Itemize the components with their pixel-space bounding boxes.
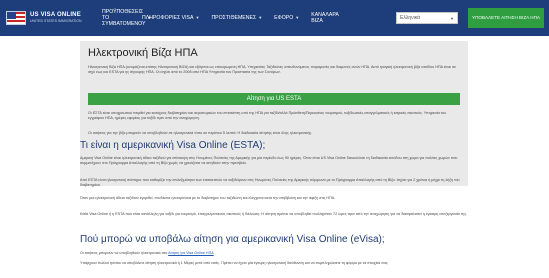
nav-item-visa-info[interactable]: ΠΛΗΡΟΦΟΡΙΕΣ VISA ▼ [136, 15, 205, 21]
nav-item-visa[interactable]: ΚΑΝΑΛΑΡΑ ΒΙΖΑ [305, 12, 339, 24]
chevron-down-icon: ▼ [295, 15, 300, 20]
language-select[interactable]: Ελληνικά ▼ [396, 12, 458, 24]
nav-label: ΕΦΟΡΟ [274, 15, 294, 21]
hero-intro-text: Ηλεκτρονική Βίζα ΗΠΑ (ονομάζεται επίσης … [88, 65, 457, 74]
chevron-down-icon: ▼ [258, 15, 263, 20]
apply-esta-button[interactable]: Αίτηση για US ESTA [88, 93, 460, 105]
main-nav: ΠΡΟΫΠΟΘΕΣΕΙΣ ΤΟ ΣΥΜΒΑΤΟΜΕΝΟΥ ▼ ΠΛΗΡΟΦΟΡΙΕ… [96, 0, 339, 36]
section1-paragraph: Όταν μια ηλεκτρονική άδεια ταξιδιού εγκρ… [80, 196, 336, 200]
nav-item-requirements[interactable]: ΠΡΟΫΠΟΘΕΣΕΙΣ ΤΟ ΣΥΜΒΑΤΟΜΕΝΟΥ ▼ [96, 9, 151, 27]
nav-item-tax[interactable]: ΕΦΟΡΟ ▼ [268, 15, 305, 21]
section1-paragraph: Αμερική Visa Online είναι ηλεκτρονική άδ… [80, 156, 458, 165]
site-logo[interactable]: US VISA ONLINE UNITED STATES IMMIGRATION [6, 5, 94, 31]
site-header: US VISA ONLINE UNITED STATES IMMIGRATION… [0, 0, 549, 36]
page-title: Ηλεκτρονική Βίζα ΗΠΑ [88, 47, 198, 59]
hero-application-text: Οι αιτήσεις για την βίζα μπορούν να υποβ… [88, 131, 313, 135]
chevron-down-icon: ▼ [195, 15, 200, 20]
section2-paragraph: Υπάρχουν πολλοί τρόποι να υποβάλετε αίτη… [80, 261, 389, 265]
nav-label: ΠΛΗΡΟΦΟΡΙΕΣ VISA [142, 15, 194, 21]
nav-label: ΠΡΟΣΤΙΘΕΜΕΝΕΣ [211, 15, 257, 21]
section2-paragraph: Οι αιτήσεις μπορούν να υποβληθούν ηλεκτρ… [80, 251, 472, 256]
section-heading-what-is: Τι είναι η αμερικανική Visa Online (ESTA… [80, 140, 266, 151]
chevron-down-icon: ▼ [450, 15, 454, 21]
nav-label: ΚΑΝΑΛΑΡΑ ΒΙΖΑ [311, 12, 339, 24]
logo-title: US VISA ONLINE [30, 12, 81, 19]
nav-item-additional[interactable]: ΠΡΟΣΤΙΘΕΜΕΝΕΣ ▼ [205, 15, 268, 21]
section-heading-where-apply: Πού μπορώ να υποβάλω αίτηση για αμερικαν… [80, 234, 385, 245]
apply-visa-header-button[interactable]: ΥΠΟΒΑΛΕΤΕ ΑΙΤΗΣΗ ΒΙΖΑ ΗΠΑ [468, 8, 544, 28]
language-select-value: Ελληνικά [400, 15, 421, 21]
hero-esta-text: Οι ΕΣΤΑ είναι υποχρεωτικό πειρθεί για κα… [88, 111, 447, 120]
logo-subtitle: UNITED STATES IMMIGRATION [30, 19, 82, 24]
section1-paragraph: Από ESTA είναι ηλεκτρονική σύστημα που κ… [80, 178, 460, 187]
section1-paragraph: Κάθε Visa Online ή η ESTA που είναι κατά… [80, 212, 468, 216]
us-flag-icon [6, 11, 26, 25]
section2-text: Οι αιτήσεις μπορούν να υποβληθούν ηλεκτρ… [80, 251, 169, 255]
apply-online-link[interactable]: Αίτηση για Visa Online ΗΠΑ [168, 251, 214, 255]
